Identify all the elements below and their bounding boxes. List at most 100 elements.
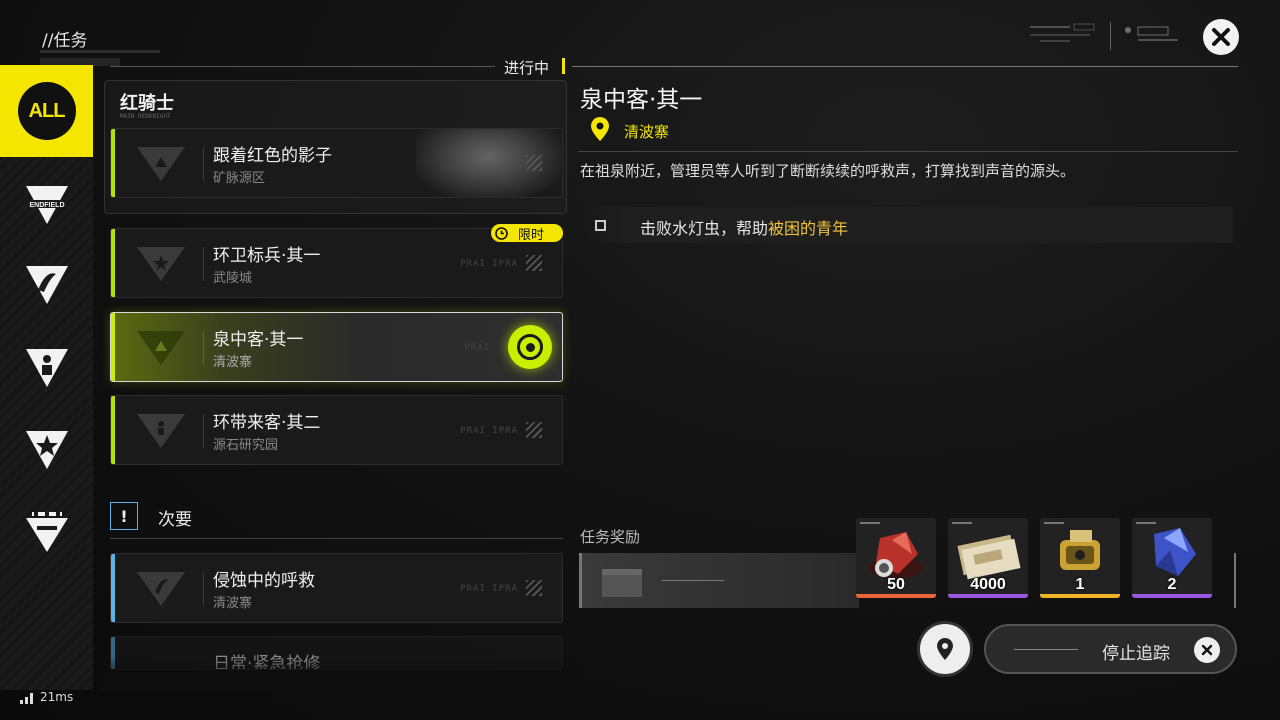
main-group-title: 红骑士 (120, 93, 174, 114)
detail-divider (578, 151, 1238, 152)
rewards-track (579, 553, 859, 608)
detail-title: 泉中客·其一 (580, 87, 703, 113)
quest-title: 环卫标兵·其一 (213, 246, 321, 266)
category-tower-button[interactable] (0, 498, 93, 568)
quest-card[interactable]: 环带来客·其二 源石研究园 PRAI IPRA (110, 395, 563, 465)
hatch-icon (526, 422, 542, 438)
signal-icon (20, 693, 33, 704)
map-locate-button[interactable] (920, 624, 970, 674)
reward-item[interactable]: 2 (1132, 518, 1212, 598)
reward-qty: 2 (1167, 576, 1177, 593)
card-separator (203, 414, 204, 448)
main-group-subtitle: MAIN REDKNIGHT (120, 113, 171, 120)
hatch-icon (526, 255, 542, 271)
gold-module-icon (1060, 530, 1100, 570)
category-feather-button[interactable] (0, 250, 93, 320)
quest-type-icon (137, 572, 185, 606)
quest-card[interactable]: 侵蚀中的呼救 清波寨 PRAI IPRA (110, 553, 563, 623)
in-progress-marker (562, 58, 565, 74)
system-readout (1030, 22, 1100, 46)
category-sidebar: ALL ENDFIELD (0, 65, 93, 690)
device-status-icon (1122, 24, 1182, 46)
track-target-button[interactable] (508, 325, 552, 369)
rewards-arrow (662, 580, 724, 581)
clock-icon (495, 226, 508, 240)
quest-location: 武陵城 (213, 271, 253, 286)
reward-item[interactable]: 4000 (948, 518, 1028, 598)
quest-code: PRAI IPRA (460, 426, 518, 436)
secondary-group-title: 次要 (158, 510, 192, 530)
quest-type-icon (137, 331, 185, 365)
objective-row: 击败水灯虫，帮助被困的青年 (580, 207, 1233, 243)
quest-stripe (111, 554, 115, 622)
reward-item[interactable]: 50 (856, 518, 936, 598)
close-icon (1212, 28, 1230, 46)
in-progress-divider-left (110, 66, 495, 67)
secondary-divider (110, 538, 563, 539)
quest-title: 跟着红色的影子 (213, 146, 332, 166)
quest-location: 矿脉源区 (213, 171, 266, 186)
card-separator (203, 247, 204, 281)
rarity-bar (1040, 594, 1120, 598)
ping-value: 21ms (40, 690, 74, 704)
rarity-bar (1132, 594, 1212, 598)
objective-prefix: 击败水灯虫，帮助 (640, 219, 769, 238)
reward-header (1044, 522, 1064, 524)
quest-location: 源石研究园 (213, 438, 279, 453)
hatch-icon (526, 580, 542, 596)
stop-tracking-button[interactable]: 停止追踪 (984, 624, 1237, 674)
person-triangle-icon (25, 349, 68, 387)
in-progress-label: 进行中 (504, 59, 550, 77)
close-button[interactable] (1203, 19, 1239, 55)
divider-vertical (1110, 22, 1111, 50)
quest-title: 环带来客·其二 (213, 413, 321, 433)
category-all-button[interactable]: ALL (0, 65, 93, 157)
reward-qty: 1 (1075, 576, 1085, 593)
quest-stripe (111, 229, 115, 297)
quest-code: PRAI IPRA (460, 259, 518, 269)
money-bundle-icon (957, 534, 1021, 580)
svg-text:ENDFIELD: ENDFIELD (29, 202, 64, 209)
red-crystal-icon (868, 532, 924, 578)
endfield-logo-icon: ENDFIELD (25, 186, 68, 224)
secondary-group-icon: ! (110, 502, 138, 530)
quest-stripe (111, 396, 115, 464)
objective-text: 击败水灯虫，帮助被困的青年 (640, 215, 848, 239)
detail-location: 清波寨 (624, 123, 670, 141)
quest-type-icon (137, 247, 185, 281)
feather-triangle-icon (25, 266, 68, 304)
in-progress-divider-right (572, 66, 1238, 67)
limited-time-badge: 限时 (491, 224, 563, 243)
category-star-button[interactable] (0, 415, 93, 485)
reward-qty: 50 (887, 576, 905, 593)
rewards-end-marker (1234, 553, 1236, 608)
quest-location: 清波寨 (213, 596, 253, 611)
card-separator (203, 331, 204, 365)
map-pin-icon (937, 638, 953, 660)
limited-time-label: 限时 (518, 227, 545, 243)
reward-qty: 4000 (970, 576, 1006, 593)
detail-description: 在祖泉附近，管理员等人听到了断断续续的呼救声，打算找到声音的源头。 (580, 162, 1076, 180)
location-pin-icon (591, 117, 609, 141)
hatch-icon (526, 155, 542, 171)
quest-stripe (111, 313, 115, 381)
category-all-label: ALL (28, 99, 66, 122)
reward-item[interactable]: 1 (1040, 518, 1120, 598)
rewards-label: 任务奖励 (580, 528, 641, 546)
quest-title: 侵蚀中的呼救 (213, 571, 315, 591)
quest-type-icon (137, 147, 185, 181)
rarity-bar (948, 594, 1028, 598)
quest-stripe (111, 129, 115, 197)
category-endfield-button[interactable]: ENDFIELD (0, 170, 93, 240)
category-person-button[interactable] (0, 333, 93, 403)
stop-tracking-x-icon (1194, 637, 1220, 663)
quest-card[interactable]: 跟着红色的影子 矿脉源区 (110, 128, 563, 198)
blue-crystal-icon (1154, 528, 1196, 576)
list-fade (100, 656, 580, 692)
quest-code: PRAI IPRA (460, 584, 518, 594)
box-icon (602, 569, 642, 597)
stop-tracking-label: 停止追踪 (1102, 644, 1170, 664)
objective-highlight: 被困的青年 (768, 219, 849, 238)
target-icon (517, 334, 543, 360)
quest-card-selected[interactable]: 泉中客·其一 清波寨 PRAI (110, 312, 563, 382)
